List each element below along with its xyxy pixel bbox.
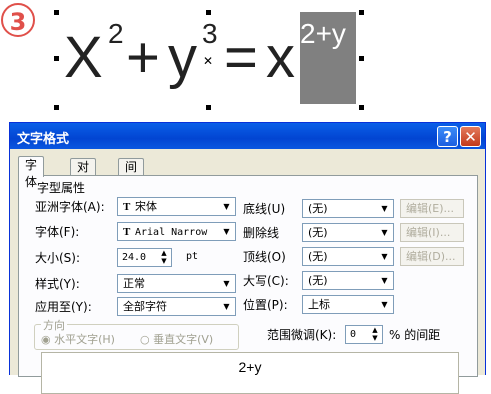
selection-handle[interactable] xyxy=(206,105,211,110)
size-unit: pt xyxy=(186,251,199,262)
formula-rhs-exponent: 2+y xyxy=(300,18,346,49)
tab-spacing[interactable]: 间距 xyxy=(118,158,145,191)
caps-select[interactable]: (无) ▼ xyxy=(302,271,394,290)
truetype-icon: T xyxy=(123,226,131,238)
overline-label: 顶线(O) xyxy=(243,250,286,264)
range-spinner[interactable]: 0 ▲ ▼ xyxy=(345,325,383,344)
chevron-down-icon[interactable]: ▼ xyxy=(377,273,392,288)
chevron-down-icon[interactable]: ▼ xyxy=(377,297,392,312)
text-format-dialog: 文字格式 ? ✕ 字体 对齐 间距 字型属性 亚洲字体(A): T 宋体 ▼ 字体… xyxy=(9,122,486,394)
dialog-title: 文字格式 xyxy=(17,132,70,147)
direction-group: 方向 ◉ 水平文字(H) ○ 垂直文字(V) xyxy=(34,317,239,350)
spin-arrows-icon[interactable]: ▲ ▼ xyxy=(369,326,381,342)
range-value: 0 xyxy=(350,329,357,340)
selection-handle[interactable] xyxy=(54,10,59,15)
chevron-down-icon[interactable]: ▼ xyxy=(377,249,392,264)
position-select[interactable]: 上标 ▼ xyxy=(302,295,394,314)
font-value: Arial Narrow xyxy=(135,227,208,238)
spin-arrows-icon[interactable]: ▲ ▼ xyxy=(158,249,170,265)
anchor-cross-icon: ✕ xyxy=(203,54,214,68)
strikethrough-label: 删除线 xyxy=(243,226,280,240)
chevron-down-icon[interactable]: ▼ xyxy=(219,224,234,239)
underline-select[interactable]: (无) ▼ xyxy=(302,199,394,218)
position-label: 位置(P): xyxy=(243,298,288,312)
preview-box: 2+y xyxy=(41,352,459,394)
edit-overline-button[interactable]: 编辑(D)... xyxy=(400,247,464,266)
formula-rhs-base: x xyxy=(266,25,295,90)
horizontal-radio[interactable]: ◉ 水平文字(H) xyxy=(41,331,115,347)
section-label: 字型属性 xyxy=(37,181,86,195)
edit-underline-button[interactable]: 编辑(E)... xyxy=(400,199,464,218)
vertical-label: 垂直文字(V) xyxy=(153,333,214,346)
asian-font-value: 宋体 xyxy=(135,200,157,213)
underline-value: (无) xyxy=(308,202,328,215)
strikethrough-value: (无) xyxy=(308,226,328,239)
selection-handle[interactable] xyxy=(54,56,59,61)
vertical-radio[interactable]: ○ 垂直文字(V) xyxy=(140,331,213,347)
overline-value: (无) xyxy=(308,250,328,263)
chevron-down-icon[interactable]: ▼ xyxy=(219,199,234,214)
style-value: 正常 xyxy=(123,277,145,290)
formula-y-base: y xyxy=(168,25,197,90)
asian-font-select[interactable]: T 宋体 ▼ xyxy=(117,197,236,216)
tab-align[interactable]: 对齐 xyxy=(70,158,97,191)
formula-equals: = xyxy=(224,25,258,90)
formula-x-base: X xyxy=(64,25,103,90)
style-label: 样式(Y): xyxy=(35,277,80,291)
size-spinner[interactable]: 24.0 ▲ ▼ xyxy=(117,248,172,267)
apply-to-label: 应用至(Y): xyxy=(35,300,92,314)
step-marker: 3 xyxy=(1,3,35,37)
range-suffix: % 的间距 xyxy=(389,328,441,342)
overline-select[interactable]: (无) ▼ xyxy=(302,247,394,266)
edit-strikethrough-button[interactable]: 编辑(I)... xyxy=(400,223,464,242)
size-value: 24.0 xyxy=(122,252,147,263)
dialog-titlebar[interactable]: 文字格式 ? ✕ xyxy=(10,123,485,149)
caps-label: 大写(C): xyxy=(243,274,289,288)
truetype-icon: T xyxy=(123,201,131,213)
selection-handle[interactable] xyxy=(359,56,364,61)
formula-x-exponent: 2 xyxy=(108,18,124,49)
apply-to-select[interactable]: 全部字符 ▼ xyxy=(117,297,236,316)
formula-plus: + xyxy=(126,25,160,90)
caps-value: (无) xyxy=(308,274,328,287)
underline-label: 底线(U) xyxy=(243,202,286,216)
chevron-down-icon[interactable]: ▼ xyxy=(377,201,392,216)
font-select[interactable]: T Arial Narrow ▼ xyxy=(117,222,236,241)
strikethrough-select[interactable]: (无) ▼ xyxy=(302,223,394,242)
horizontal-label: 水平文字(H) xyxy=(54,333,115,346)
selection-handle[interactable] xyxy=(54,105,59,110)
formula-y-exponent: 3 xyxy=(202,18,218,49)
help-button[interactable]: ? xyxy=(437,126,458,147)
style-select[interactable]: 正常 ▼ xyxy=(117,274,236,293)
selection-handle[interactable] xyxy=(206,10,211,15)
selection-handle[interactable] xyxy=(359,105,364,110)
position-value: 上标 xyxy=(308,298,330,311)
tab-font[interactable]: 字体 xyxy=(18,156,45,189)
font-label: 字体(F): xyxy=(35,225,80,239)
selection-handle[interactable] xyxy=(359,10,364,15)
asian-font-label: 亚洲字体(A): xyxy=(35,200,105,214)
range-label: 范围微调(K): xyxy=(267,328,337,342)
close-button[interactable]: ✕ xyxy=(460,126,481,147)
preview-text: 2+y xyxy=(238,359,262,375)
font-tab-panel: 字型属性 亚洲字体(A): T 宋体 ▼ 字体(F): T Arial Narrow… xyxy=(18,175,478,394)
chevron-down-icon[interactable]: ▼ xyxy=(219,276,234,291)
chevron-down-icon[interactable]: ▼ xyxy=(219,299,234,314)
size-label: 大小(S): xyxy=(35,251,81,265)
apply-to-value: 全部字符 xyxy=(123,300,167,313)
chevron-down-icon[interactable]: ▼ xyxy=(377,225,392,240)
